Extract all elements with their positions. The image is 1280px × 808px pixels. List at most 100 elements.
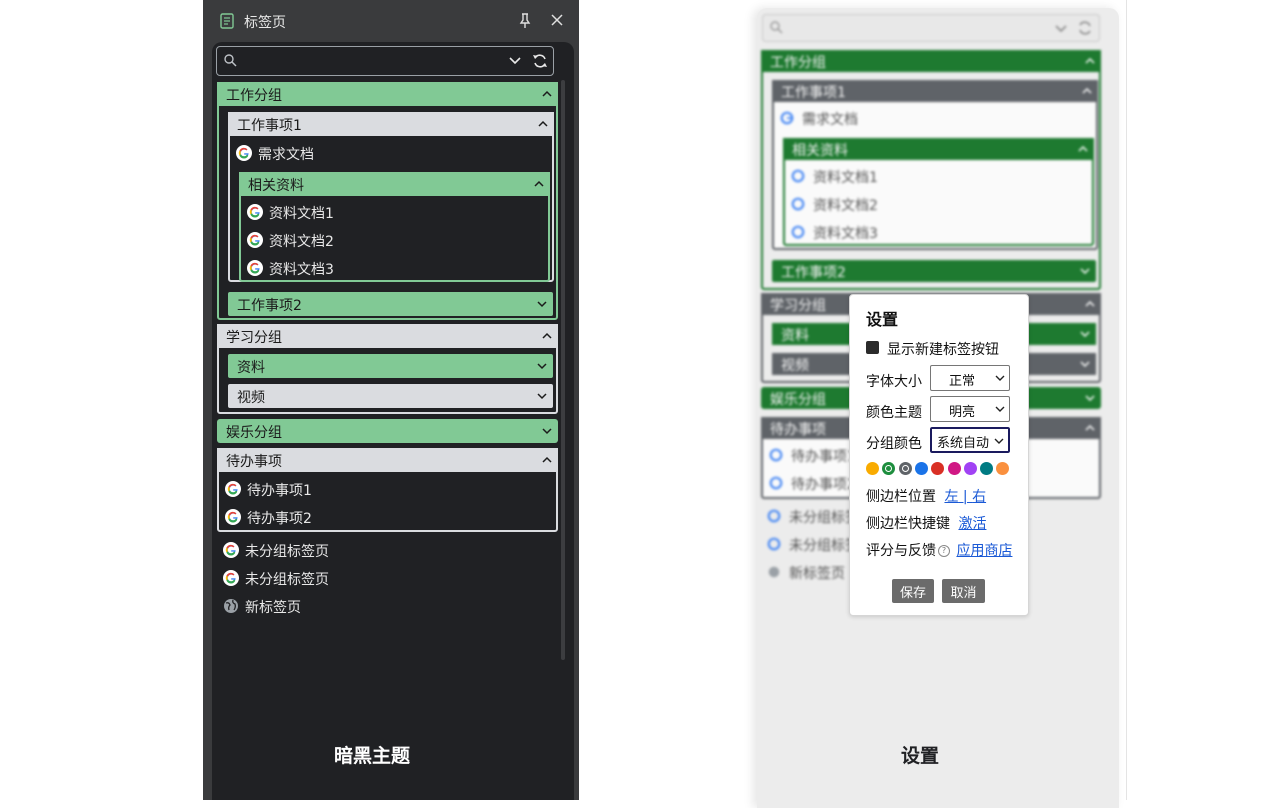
chevron-up-icon	[1085, 57, 1095, 64]
tab-title: 需求文档	[802, 112, 858, 128]
chevron-down-icon	[537, 363, 547, 370]
subgroup-header-task1: 工作事项1	[772, 80, 1098, 102]
tab-list-icon	[220, 13, 234, 29]
caption-dark-theme: 暗黑主题	[334, 745, 411, 767]
tab-title: 资料文档3	[269, 262, 334, 278]
group-color-label: 分组颜色	[866, 436, 922, 452]
search-input[interactable]	[243, 50, 497, 72]
google-icon	[223, 570, 239, 586]
subgroup-title: 资料	[781, 328, 809, 344]
chevron-up-icon	[1082, 87, 1092, 94]
tab-title: 新标签页	[245, 600, 301, 616]
subgroup-title: 工作事项1	[781, 85, 846, 101]
group-todo: 待办事项 待办事项1 待办事项2	[217, 448, 558, 532]
sync-icon	[1079, 21, 1091, 35]
google-icon	[247, 204, 263, 220]
subgroup-header-video[interactable]: 视频	[228, 384, 553, 408]
subgroup-header-material[interactable]: 资料	[228, 354, 553, 378]
google-icon	[791, 169, 805, 183]
tab-title: 待办事项1	[791, 449, 856, 465]
google-icon	[791, 197, 805, 211]
sidebar-title: 标签页	[244, 15, 286, 31]
tab-title: 待办事项2	[791, 477, 856, 493]
cancel-button[interactable]: 取消	[942, 579, 985, 603]
activate-shortcut-link[interactable]: 激活	[958, 516, 986, 532]
chevron-up-icon	[542, 456, 552, 463]
group-header-work: 工作分组	[761, 50, 1101, 72]
subgroup-title: 工作事项2	[781, 265, 846, 281]
close-icon[interactable]	[550, 13, 564, 27]
group-work: 工作分组 工作事项1 需求文档 相关资料 资料文档1 资料文档2 资料文档3 工…	[217, 82, 558, 320]
tab-title: 资料文档3	[813, 226, 878, 242]
subgroup-title: 相关资料	[792, 143, 848, 159]
theme-select[interactable]: 明亮	[930, 396, 1010, 422]
group-header-todo[interactable]: 待办事项	[217, 448, 558, 472]
color-swatch[interactable]	[866, 462, 879, 475]
chevron-up-icon	[542, 90, 552, 97]
position-left-link[interactable]: 左	[944, 489, 958, 505]
pin-icon[interactable]	[518, 13, 532, 29]
chevron-down-icon	[1080, 331, 1090, 338]
color-swatch[interactable]	[882, 462, 896, 475]
subgroup-header-related[interactable]: 相关资料	[239, 172, 550, 196]
color-swatch[interactable]	[980, 462, 994, 475]
google-icon	[767, 537, 781, 551]
tab-title: 待办事项2	[247, 511, 312, 527]
group-color-select[interactable]: 系统自动	[929, 426, 1011, 454]
help-icon[interactable]: ?	[938, 545, 950, 557]
group-header-work[interactable]: 工作分组	[217, 82, 558, 106]
chevron-down-icon	[542, 428, 552, 435]
chevron-up-icon	[534, 180, 544, 187]
shortcut-row: 侧边栏快捷键 激活	[866, 513, 986, 533]
sidebar-header: 标签页	[203, 0, 579, 42]
position-right-link[interactable]: 右	[972, 489, 986, 505]
subgroup-header-task2: 工作事项2	[772, 260, 1096, 282]
subgroup-related: 相关资料 资料文档1 资料文档2 资料文档3	[239, 172, 550, 282]
globe-icon	[768, 566, 780, 578]
sync-icon[interactable]	[532, 53, 548, 69]
subgroup-task1: 工作事项1 需求文档 相关资料 资料文档1 资料文档2 资料文档3	[228, 112, 554, 282]
divider	[1126, 0, 1127, 800]
tab-title: 需求文档	[258, 147, 314, 163]
google-icon	[791, 225, 805, 239]
color-swatch[interactable]	[963, 462, 977, 475]
subgroup-title: 工作事项1	[237, 118, 302, 134]
chevron-down-icon	[1080, 268, 1090, 275]
group-header-study[interactable]: 学习分组	[217, 324, 558, 348]
group-title: 娱乐分组	[226, 425, 282, 441]
chevron-down-icon[interactable]	[509, 56, 521, 66]
tab-title: 未分组标签页	[245, 572, 329, 588]
google-icon	[236, 145, 252, 161]
chevron-down-icon	[1085, 395, 1095, 402]
chevron-down-icon	[995, 406, 1005, 412]
scrollbar[interactable]	[561, 80, 565, 660]
dark-theme-sidebar: 标签页 工作分组 工作事项1 需求文档 相关资料 资料文档1 资料文档2 资料文…	[203, 0, 579, 800]
subgroup-title: 工作事项2	[237, 298, 302, 314]
app-store-link[interactable]: 应用商店	[956, 543, 1012, 559]
show-new-tab-checkbox[interactable]	[866, 341, 879, 354]
caption-settings: 设置	[901, 745, 940, 767]
search-box	[216, 46, 554, 76]
settings-dialog: 设置 显示新建标签按钮 字体大小 正常 颜色主题 明亮 分组颜色 系统自动 侧边…	[849, 294, 1029, 616]
subgroup-title: 视频	[781, 358, 809, 374]
color-swatch[interactable]	[996, 462, 1010, 475]
tab-title: 待办事项1	[247, 483, 312, 499]
tab-title: 新标签页	[789, 566, 845, 582]
subgroup-header-task1[interactable]: 工作事项1	[228, 112, 554, 136]
theme-value: 明亮	[948, 405, 975, 420]
color-swatch[interactable]	[931, 462, 945, 475]
sidebar-position-row: 侧边栏位置 左 | 右	[866, 486, 986, 506]
google-icon	[780, 111, 794, 125]
tab-title: 资料文档1	[813, 170, 878, 186]
save-button[interactable]: 保存	[892, 579, 934, 603]
theme-label: 颜色主题	[866, 405, 922, 421]
font-size-select[interactable]: 正常	[930, 365, 1010, 391]
color-swatch[interactable]	[898, 462, 912, 475]
color-swatch[interactable]	[947, 462, 961, 475]
group-title: 待办事项	[770, 422, 826, 438]
font-size-label: 字体大小	[866, 374, 922, 390]
color-swatch[interactable]	[914, 462, 928, 475]
subgroup-header-task2[interactable]: 工作事项2	[228, 292, 553, 316]
google-icon	[247, 232, 263, 248]
group-header-fun[interactable]: 娱乐分组	[217, 419, 558, 443]
